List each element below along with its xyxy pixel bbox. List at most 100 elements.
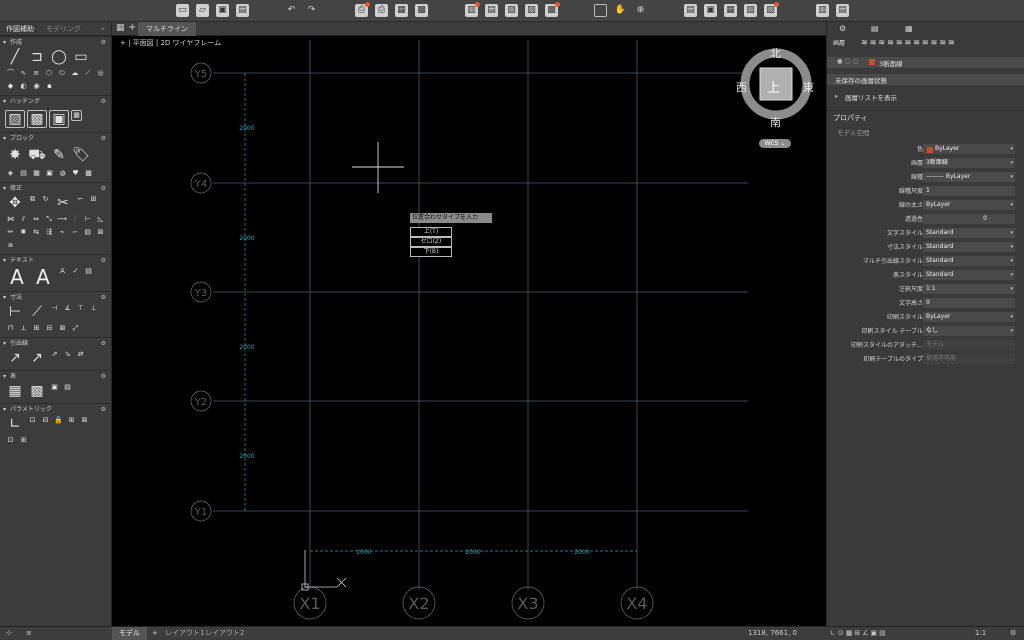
wipeout-icon[interactable]: ◆ [5,82,16,93]
redo-icon[interactable]: ↷ [305,4,318,17]
popup-item-top[interactable]: 上(T) [410,227,452,237]
save-icon[interactable]: ▣ [216,4,229,17]
revcloud-icon[interactable]: ☁ [69,69,80,80]
table-tab-icon[interactable]: ▦ [905,24,913,33]
properties-icon[interactable]: ▤ [684,4,697,17]
table-icon[interactable]: ▦ [5,383,25,401]
mleader-add-icon[interactable]: ⇗ [49,350,60,361]
prop-value[interactable]: 0 [923,214,1015,224]
extend-icon[interactable]: ⟶ [57,215,68,226]
tab-modeling[interactable]: モデリング [40,22,87,35]
dim-tool-1-icon[interactable]: ⊓ [5,324,16,335]
zoom-window-icon[interactable] [594,4,607,17]
gear-icon[interactable]: ⚙ [101,339,106,349]
command-line-icon[interactable]: ⊹ [6,627,12,640]
polyline-icon[interactable]: ⊐ [27,49,47,67]
layer-tool-icon[interactable]: ▧ [505,4,518,17]
drafting-toggles-icon[interactable]: ∟⊙▦⊞∠▣▤ [830,627,888,640]
new-tab-icon[interactable]: + [128,22,136,33]
dim-tool-6-icon[interactable]: ⤢ [70,324,81,335]
scale-icon[interactable]: ⤡ [44,215,55,226]
section-title[interactable]: ブロック [10,135,34,142]
wcs-menu[interactable]: WCS ⌄ [759,139,791,148]
pan-hand-icon[interactable]: ✋ [614,4,627,17]
section-title[interactable]: 引出線 [10,340,28,347]
compass-south[interactable]: 南 [770,114,781,130]
prop-value[interactable]: ——— ByLayer [923,172,1015,182]
xref-icon[interactable]: ▩ [545,2,560,17]
properties-tab-icon[interactable]: ⚙ [839,24,846,33]
prop-value[interactable]: 0 [923,298,1015,308]
region-icon[interactable]: ◐ [18,82,29,93]
line-icon[interactable]: ╱ [5,49,25,67]
save-as-icon[interactable]: ▤ [236,4,249,17]
gradient-icon[interactable]: ▩ [27,110,47,128]
tab-layout2[interactable]: レイアウト2 [205,627,244,640]
prop-value[interactable]: ByLayer [923,200,1015,210]
attribute-icon[interactable]: 🏷 [71,147,91,165]
layer-list-toggle[interactable]: ▸ 画層リストを表示 [827,92,1024,102]
create-block-icon[interactable]: ⛟ [27,147,47,165]
donut2-icon[interactable]: ◉ [31,82,42,93]
erase-icon[interactable]: ✏ [5,228,16,239]
constraint-5-icon[interactable]: ⊠ [79,416,90,427]
design-center-icon[interactable]: ▣ [704,4,717,17]
section-title[interactable]: 寸法 [10,294,22,301]
explode-icon[interactable]: ✺ [18,228,29,239]
group-icon[interactable]: ⧈ [5,241,16,252]
sheet-set-icon[interactable]: ▧ [744,4,757,17]
block-tool-5-icon[interactable]: ◍ [57,169,68,180]
constraint-2-icon[interactable]: ⊡ [27,416,38,427]
gear-icon[interactable]: ⚙ [101,293,106,303]
prop-value[interactable]: 3断面線 [923,158,1015,168]
join-icon[interactable]: ⊢ [82,215,93,226]
section-title[interactable]: 作成 [10,39,22,46]
mtext-icon[interactable]: A [5,267,29,289]
prop-value[interactable]: Standard [923,228,1015,238]
section-title[interactable]: ハッチング [10,98,40,105]
prop-value[interactable]: Standard [923,242,1015,252]
tab-model[interactable]: モデル [112,627,147,640]
offset-icon[interactable]: ⫽ [18,215,29,226]
section-title[interactable]: テキスト [10,257,34,264]
section-title[interactable]: 修正 [10,185,22,192]
gear-icon[interactable]: ⚙ [101,134,106,144]
text-tool-3-icon[interactable]: ▤ [83,267,94,278]
prop-value[interactable]: Standard [923,270,1015,280]
blend-icon[interactable]: ∽ [69,228,80,239]
settings-gear-icon[interactable]: ⚙ [1010,627,1016,640]
draworder-icon[interactable]: ▤ [82,228,93,239]
prop-value[interactable]: 1:1 [923,284,1015,294]
pedit-icon[interactable]: ⌁ [57,228,68,239]
layer-tools-icon[interactable]: ≋≋≋≋≋≋≋≋≋≋≋ [861,38,957,47]
fillet-icon[interactable]: ⌐ [75,195,86,206]
gear-icon[interactable]: ⚙ [101,184,106,194]
table-tool-icon[interactable]: ▤ [62,383,73,394]
mleader-align-icon[interactable]: ⇄ [75,350,86,361]
chamfer-icon[interactable]: ◺ [95,215,106,226]
spell-icon[interactable]: ✓ [70,267,81,278]
hatch-edit-icon[interactable]: ▦ [71,110,82,121]
block-editor-icon[interactable]: ✎ [49,147,69,165]
block-tool-3-icon[interactable]: ▦ [31,169,42,180]
constraint-3-icon[interactable]: ⊟ [40,416,51,427]
viewcube-top-face[interactable]: 上 [767,77,780,96]
dim-aligned-icon[interactable]: ⟋ [27,304,47,322]
xline-icon[interactable]: ≡ [31,69,42,80]
dim-radius-icon[interactable]: ⊣ [49,304,60,315]
hatch-icon[interactable]: ▨ [5,110,25,128]
mleader-edit-icon[interactable]: ↗ [27,350,47,368]
array-icon[interactable]: ⊞ [88,195,99,206]
plot-icon[interactable]: ⎙ [355,2,370,17]
gear-icon[interactable]: ⚙ [101,372,106,382]
workspace-icon[interactable]: ▤ [836,4,849,17]
mleader-remove-icon[interactable]: ⇘ [62,350,73,361]
prop-value[interactable]: Standard [923,256,1015,266]
tool-palette-icon[interactable]: ▦ [724,4,737,17]
block-tool-2-icon[interactable]: ▤ [18,169,29,180]
match-properties-icon[interactable]: ▥ [465,2,480,17]
block-tool-icon[interactable]: ▨ [525,4,538,17]
gear-icon[interactable]: ⚙ [101,38,106,48]
arc-icon[interactable]: ⌒ [5,69,16,80]
constraint-6-icon[interactable]: ⊡ [5,436,16,447]
